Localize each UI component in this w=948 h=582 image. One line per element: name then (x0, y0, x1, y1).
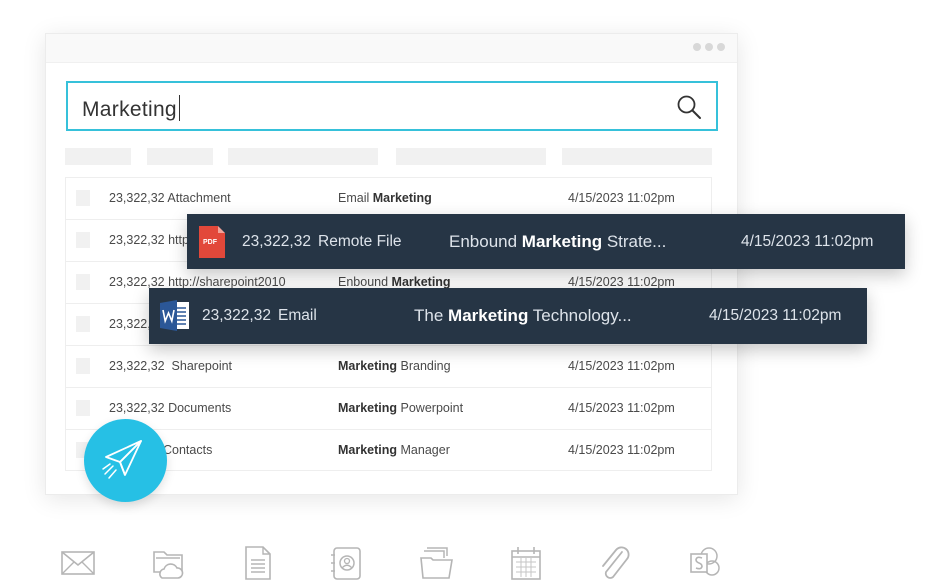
column-header-placeholder (562, 148, 712, 165)
attachment-icon[interactable] (598, 546, 632, 582)
row-date: 4/15/2023 11:02pm (568, 275, 675, 289)
row-source: 23,322,32 Documents (109, 401, 232, 415)
result-type: Remote File (318, 233, 402, 250)
send-button[interactable] (84, 419, 167, 502)
row-date: 4/15/2023 11:02pm (568, 359, 675, 373)
result-id: 23,322,32 (242, 233, 311, 250)
search-input[interactable]: Marketing (66, 81, 718, 131)
contacts-icon[interactable] (330, 546, 364, 580)
row-checkbox[interactable] (76, 400, 90, 416)
sharepoint-icon[interactable] (689, 546, 721, 580)
result-type: Email (278, 307, 317, 324)
pdf-icon: PDF (199, 226, 225, 258)
window-menu-dots[interactable] (693, 43, 725, 51)
row-checkbox[interactable] (76, 358, 90, 374)
files-icon[interactable] (419, 546, 455, 580)
row-source: 23,322,32 Sharepoint (109, 359, 233, 373)
row-title: Email Marketing (338, 191, 432, 205)
table-row[interactable]: 23,322,32 Sharepoint Marketing Branding … (66, 346, 711, 388)
row-source: 23,322,32 http (109, 233, 189, 247)
result-id: 23,322,32 (202, 307, 271, 324)
result-title: The Marketing Technology... (414, 306, 632, 325)
row-checkbox[interactable] (76, 274, 90, 290)
highlighted-result-word[interactable]: 23,322,32 Email The Marketing Technology… (149, 288, 867, 344)
row-checkbox[interactable] (76, 190, 90, 206)
cloud-folder-icon[interactable] (152, 546, 186, 580)
column-header-placeholder (65, 148, 131, 165)
dot-icon (693, 43, 701, 51)
result-title: Enbound Marketing Strate... (449, 232, 667, 251)
result-date: 4/15/2023 11:02pm (741, 233, 874, 250)
search-value: Marketing (82, 95, 180, 122)
row-source: 23,322,32 http://sharepoint2010 (109, 275, 286, 289)
row-source: 23,322, (109, 317, 151, 331)
paper-plane-icon (102, 440, 142, 479)
search-icon[interactable] (676, 94, 702, 120)
table-row[interactable]: 23,322,32 Documents Marketing Powerpoint… (66, 388, 711, 430)
row-source: 23,322,32 Attachment (109, 191, 231, 205)
row-date: 4/15/2023 11:02pm (568, 191, 675, 205)
row-title: Marketing Branding (338, 359, 451, 373)
highlighted-result-pdf[interactable]: PDF 23,322,32 Remote File Enbound Market… (187, 214, 905, 269)
row-source: Contacts (163, 443, 213, 457)
column-header-placeholder (228, 148, 378, 165)
column-header-placeholder (147, 148, 213, 165)
column-header-placeholder (396, 148, 546, 165)
row-title: Marketing Manager (338, 443, 450, 457)
row-title: Marketing Powerpoint (338, 401, 464, 415)
row-checkbox[interactable] (76, 232, 90, 248)
result-date: 4/15/2023 11:02pm (709, 307, 842, 324)
row-checkbox[interactable] (76, 316, 90, 332)
word-icon (160, 300, 189, 331)
row-date: 4/15/2023 11:02pm (568, 401, 675, 415)
row-date: 4/15/2023 11:02pm (568, 443, 675, 457)
window-titlebar (46, 34, 737, 63)
document-icon[interactable] (244, 546, 272, 580)
dot-icon (705, 43, 713, 51)
email-icon[interactable] (61, 546, 95, 576)
dot-icon (717, 43, 725, 51)
text-caret (178, 95, 180, 121)
row-title: Enbound Marketing (338, 275, 451, 289)
calendar-icon[interactable] (510, 546, 542, 580)
